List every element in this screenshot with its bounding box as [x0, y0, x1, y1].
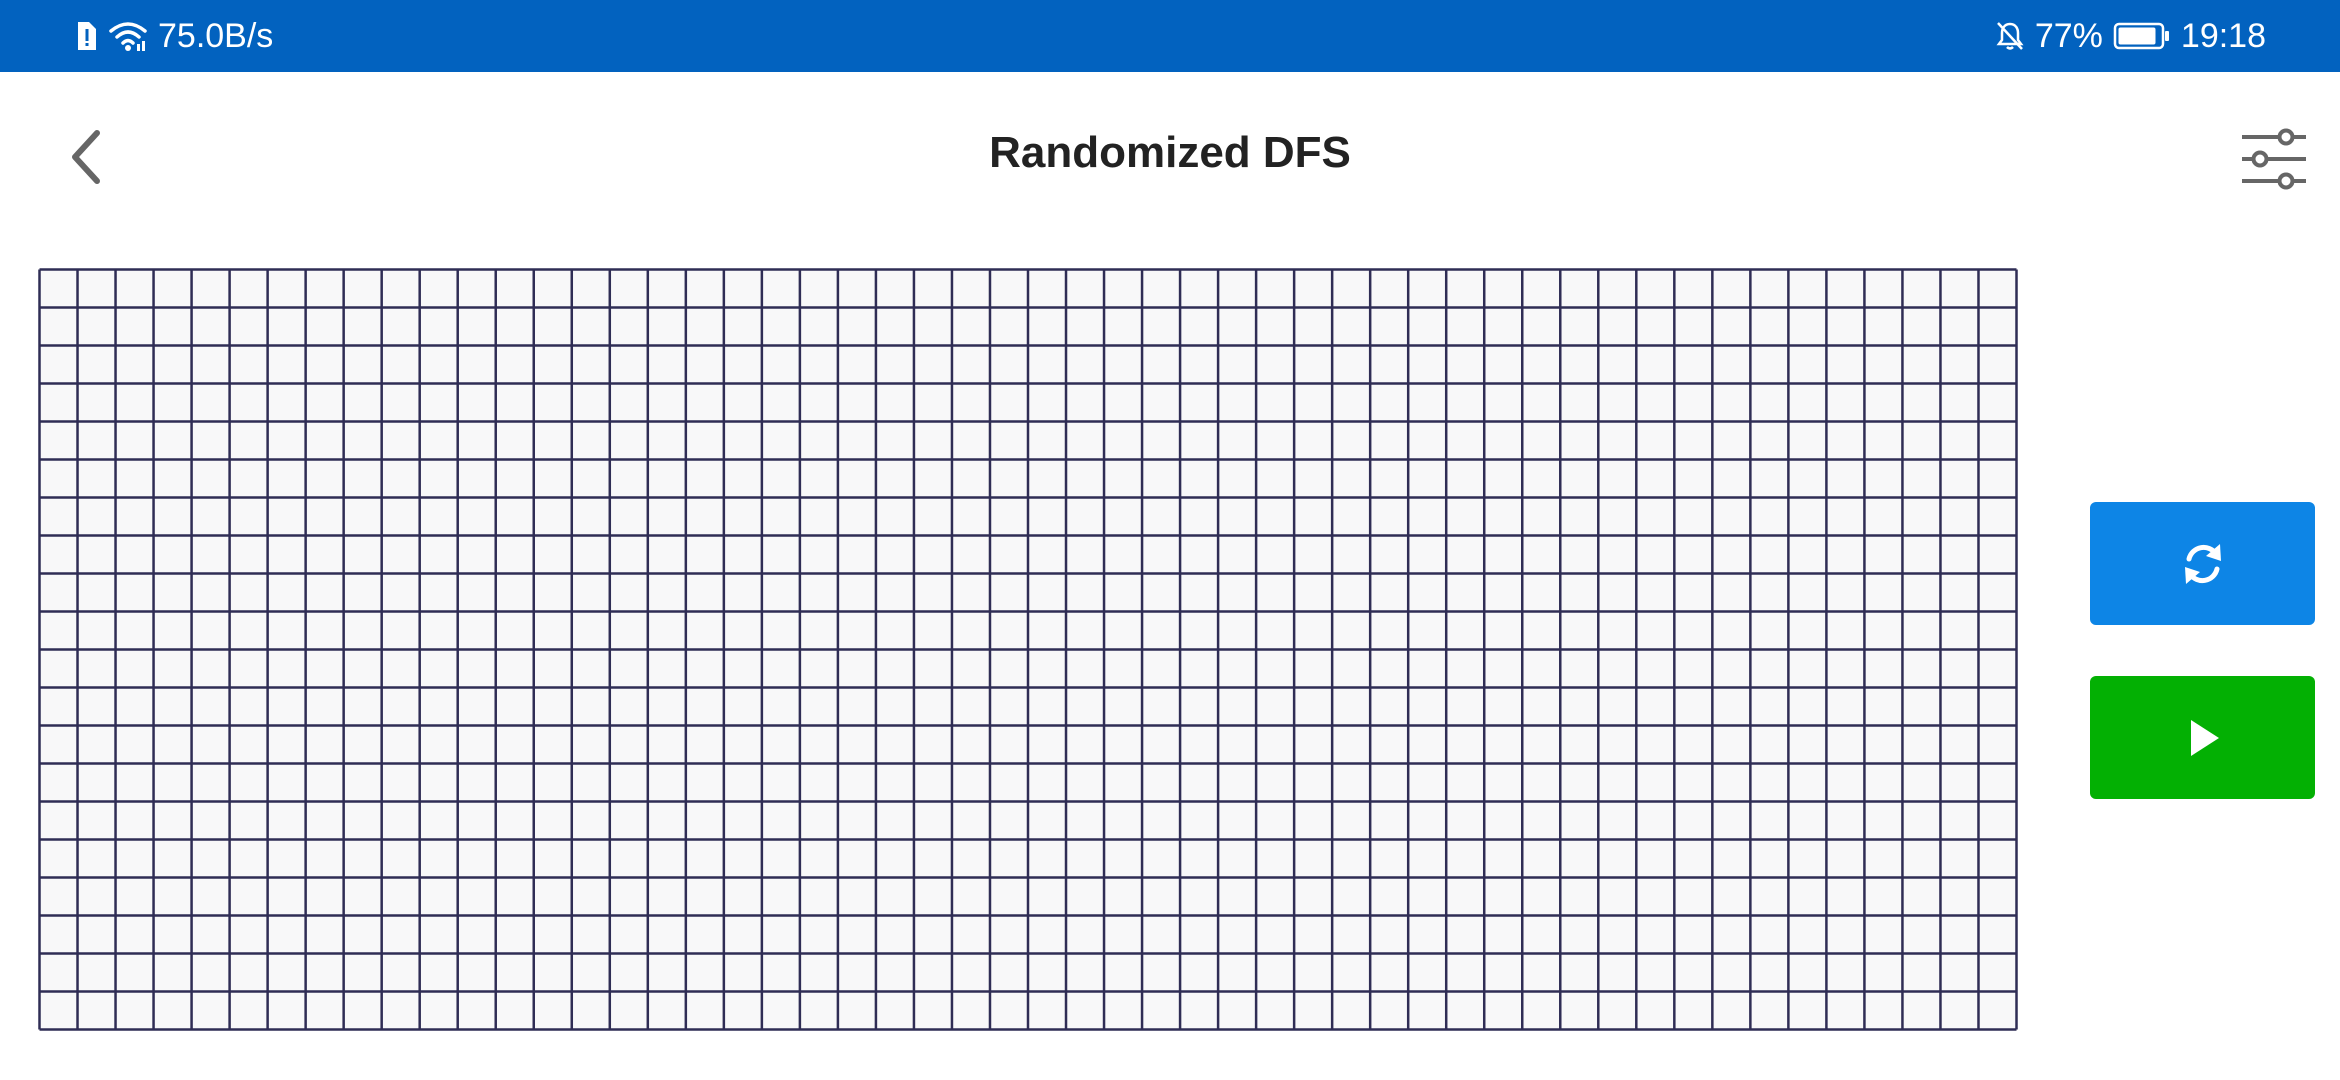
status-left: 75.0B/s — [74, 0, 273, 72]
status-bar: 75.0B/s 77% 19:18 — [0, 0, 2340, 72]
clock: 19:18 — [2180, 17, 2266, 55]
page-title: Randomized DFS — [989, 128, 1351, 177]
reset-button[interactable] — [2090, 502, 2315, 625]
battery-percent: 77% — [2034, 17, 2103, 55]
play-button[interactable] — [2090, 676, 2315, 799]
maze-grid[interactable] — [38, 268, 2018, 1031]
network-speed: 75.0B/s — [158, 17, 274, 55]
settings-button[interactable] — [2234, 124, 2314, 194]
sim-alert-icon — [74, 20, 98, 52]
status-right: 77% 19:18 — [1995, 0, 2266, 72]
play-icon — [2183, 716, 2223, 760]
refresh-icon — [2176, 537, 2230, 591]
sliders-icon — [2240, 128, 2308, 190]
bell-off-icon — [1995, 20, 2025, 52]
wifi-icon — [108, 20, 148, 52]
battery-icon — [2113, 21, 2171, 51]
app-bar: Randomized DFS — [0, 72, 2340, 252]
